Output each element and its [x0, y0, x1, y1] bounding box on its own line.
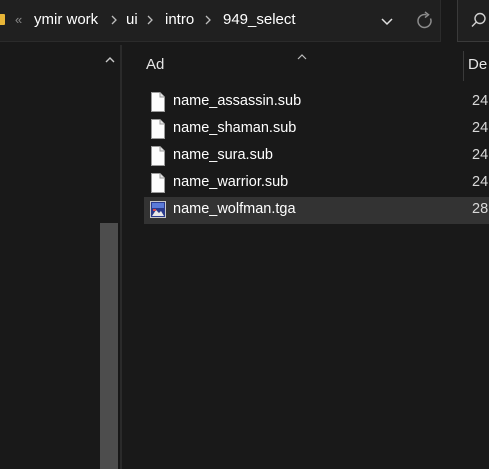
file-date: 24: [472, 147, 489, 163]
file-list-pane: Ad De name_assassin.sub 24 name_shaman.s…: [122, 45, 489, 469]
document-icon: [150, 119, 166, 139]
file-name: name_sura.sub: [173, 147, 273, 163]
column-divider[interactable]: [463, 51, 464, 81]
image-file-icon: [150, 200, 166, 220]
file-row[interactable]: name_shaman.sub 24: [144, 116, 489, 143]
navigation-pane: :: [0, 45, 120, 469]
file-name: name_wolfman.tga: [173, 201, 296, 217]
file-row[interactable]: name_assassin.sub 24: [144, 89, 489, 116]
file-date: 28: [472, 201, 489, 217]
chevron-right-icon[interactable]: [108, 10, 120, 30]
breadcrumb-ui[interactable]: ui: [126, 10, 138, 30]
breadcrumb-overflow[interactable]: «: [15, 10, 22, 30]
scroll-up-icon[interactable]: [103, 53, 117, 65]
file-row[interactable]: name_warrior.sub 24: [144, 170, 489, 197]
column-header-row: Ad De: [122, 45, 489, 83]
file-name: name_warrior.sub: [173, 174, 289, 190]
folder-icon: [0, 14, 5, 25]
search-input[interactable]: [457, 0, 489, 42]
file-name: name_assassin.sub: [173, 93, 302, 109]
file-date: 24: [472, 93, 489, 109]
file-explorer-window: « ymir work ui intro 949_select Ad De na…: [0, 0, 489, 469]
address-bar[interactable]: « ymir work ui intro 949_select: [0, 0, 441, 42]
chevron-right-icon[interactable]: [144, 10, 156, 30]
column-header-name[interactable]: Ad: [146, 56, 164, 73]
file-date: 24: [472, 120, 489, 136]
file-row[interactable]: name_sura.sub 24: [144, 143, 489, 170]
search-icon: [470, 11, 488, 29]
address-bar-row: « ymir work ui intro 949_select: [0, 0, 489, 45]
file-name: name_shaman.sub: [173, 120, 297, 136]
breadcrumb-949-select[interactable]: 949_select: [223, 10, 296, 30]
document-icon: [150, 146, 166, 166]
file-date: 24: [472, 174, 489, 190]
column-header-date[interactable]: De: [468, 56, 487, 73]
file-list: name_assassin.sub 24 name_shaman.sub 24 …: [144, 89, 489, 224]
refresh-icon[interactable]: [414, 9, 436, 33]
file-row-selected[interactable]: name_wolfman.tga 28: [144, 197, 489, 224]
breadcrumb-intro[interactable]: intro: [165, 10, 194, 30]
sort-ascending-icon: [297, 47, 307, 60]
chevron-down-icon[interactable]: [377, 10, 397, 32]
document-icon: [150, 173, 166, 193]
breadcrumb-ymir-work[interactable]: ymir work: [34, 10, 98, 30]
nav-scrollbar-thumb[interactable]: [100, 223, 118, 469]
document-icon: [150, 92, 166, 112]
chevron-right-icon[interactable]: [202, 10, 214, 30]
